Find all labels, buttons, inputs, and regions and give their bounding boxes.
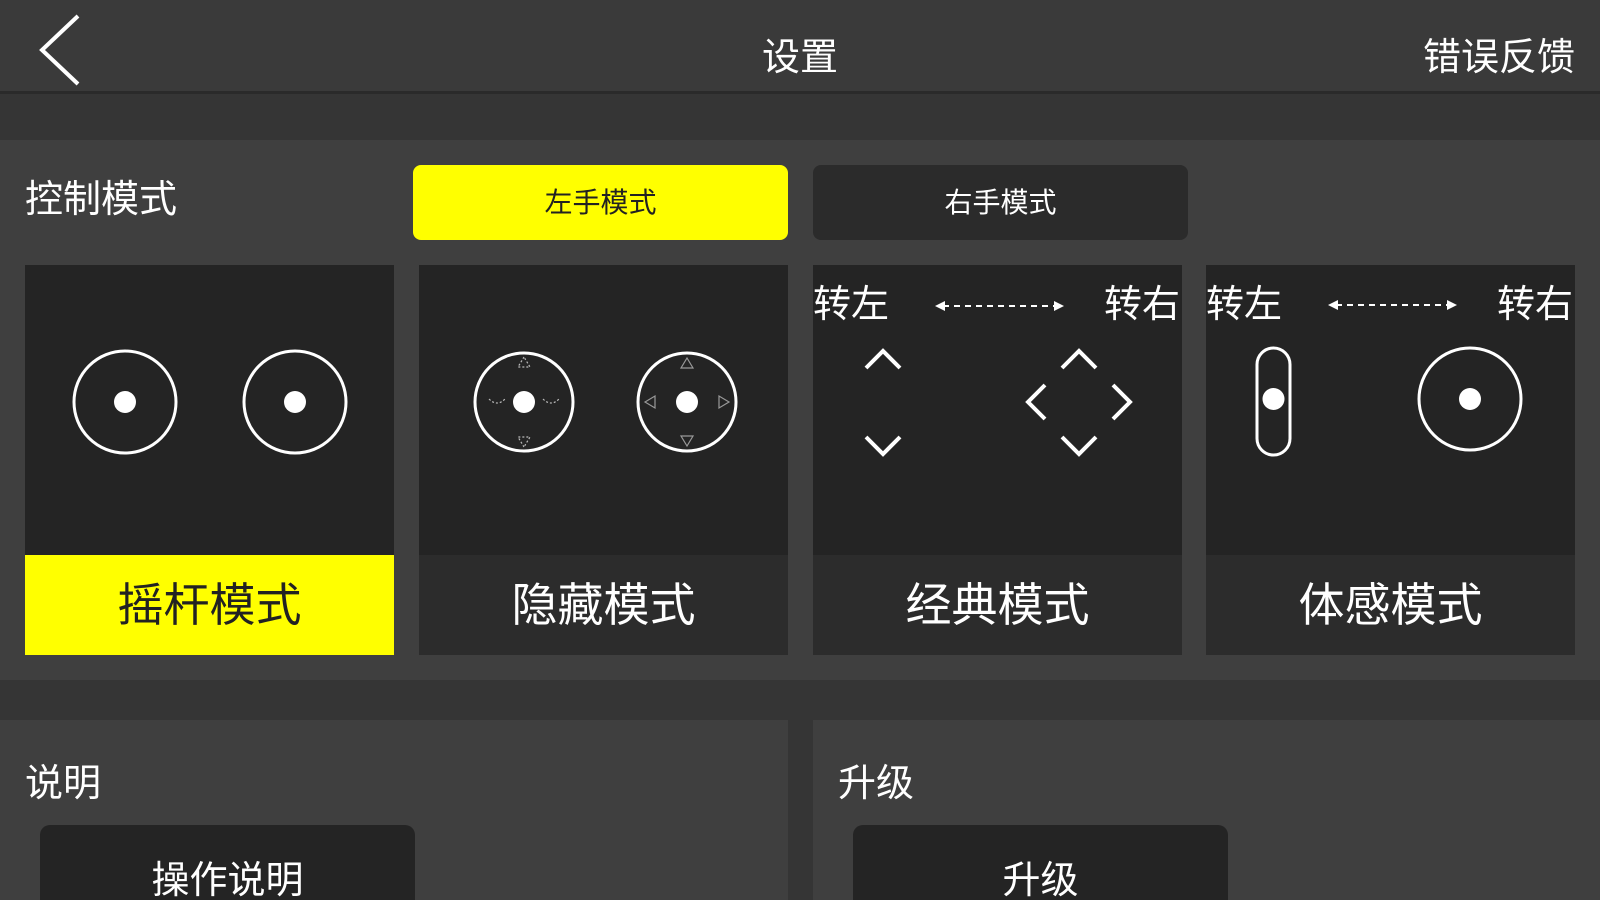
classic-dpad-icon bbox=[864, 301, 1133, 457]
joystick-mode-preview bbox=[25, 265, 394, 555]
hidden-mode-preview bbox=[419, 265, 788, 555]
hidden-joystick-icon bbox=[473, 351, 738, 453]
left-hand-mode-button[interactable]: 左手模式 bbox=[413, 165, 788, 240]
classic-mode-card[interactable]: 转左 转右 经典模式 bbox=[813, 265, 1182, 655]
upgrade-label: 升级 bbox=[838, 761, 915, 805]
upgrade-button[interactable]: 升级 bbox=[853, 825, 1228, 900]
operation-instructions-button[interactable]: 操作说明 bbox=[40, 825, 415, 900]
motion-mode-card[interactable]: 转左 转右 体感模式 bbox=[1206, 265, 1575, 655]
right-hand-mode-button[interactable]: 右手模式 bbox=[813, 165, 1188, 240]
error-feedback-link[interactable]: 错误反馈 bbox=[1423, 26, 1575, 81]
dual-joystick-icon bbox=[72, 349, 348, 455]
top-bar: 设置 错误反馈 bbox=[0, 0, 1600, 94]
motion-mode-preview: 转左 转右 bbox=[1206, 265, 1575, 555]
joystick-mode-label: 摇杆模式 bbox=[25, 555, 394, 655]
hidden-mode-label: 隐藏模式 bbox=[419, 555, 788, 655]
classic-mode-label: 经典模式 bbox=[813, 555, 1182, 655]
page-title: 设置 bbox=[761, 35, 838, 79]
instructions-label: 说明 bbox=[25, 761, 102, 805]
classic-mode-preview: 转左 转右 bbox=[813, 265, 1182, 555]
hidden-mode-card[interactable]: 隐藏模式 bbox=[419, 265, 788, 655]
motion-mode-label: 体感模式 bbox=[1206, 555, 1575, 655]
motion-control-icon bbox=[1255, 300, 1523, 457]
control-mode-label: 控制模式 bbox=[25, 177, 178, 221]
joystick-mode-card[interactable]: 摇杆模式 bbox=[25, 265, 394, 655]
